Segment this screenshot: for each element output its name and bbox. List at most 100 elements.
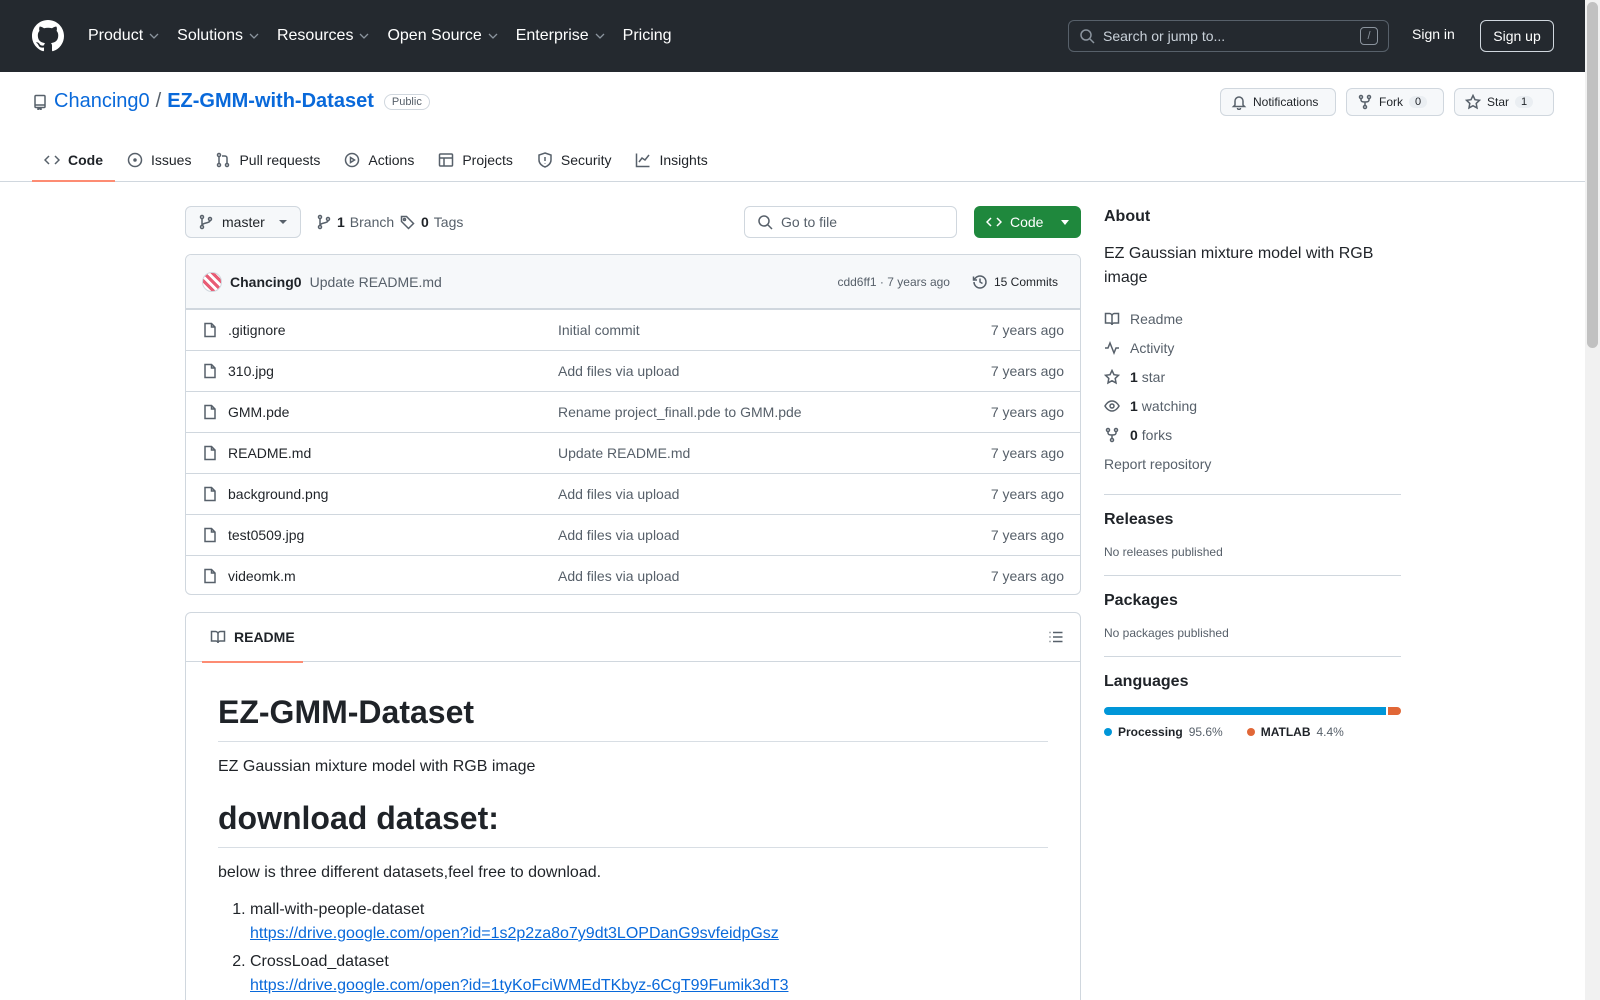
repo-name-link[interactable]: EZ-GMM-with-Dataset	[167, 90, 374, 113]
commit-meta[interactable]: cdd6ff1 · 7 years ago	[837, 275, 950, 289]
file-commit-message[interactable]: Update README.md	[558, 445, 991, 461]
readme-tab[interactable]: README	[202, 613, 303, 663]
watching-link[interactable]: 1 watching	[1104, 391, 1401, 420]
releases-text: No releases published	[1104, 545, 1223, 559]
eye-icon	[1104, 399, 1120, 412]
file-commit-message[interactable]: Add files via upload	[558, 486, 991, 502]
file-name-link[interactable]: videomk.m	[228, 568, 558, 584]
file-commit-message[interactable]: Add files via upload	[558, 527, 991, 543]
file-age: 7 years ago	[990, 363, 1064, 379]
repo-icon	[34, 94, 46, 110]
list-item: CrossLoad_dataset https://drive.google.c…	[250, 950, 1048, 998]
divider	[1104, 494, 1401, 495]
search-input[interactable]: Search or jump to... /	[1068, 20, 1389, 52]
nav-solutions[interactable]: Solutions	[177, 27, 259, 45]
table-icon	[439, 153, 454, 167]
shield-icon	[538, 152, 552, 168]
tab-security[interactable]: Security	[525, 140, 624, 180]
search-icon	[1080, 29, 1095, 44]
file-row[interactable]: test0509.jpg Add files via upload 7 year…	[186, 514, 1080, 555]
tab-actions[interactable]: Actions	[332, 140, 426, 180]
file-row[interactable]: README.md Update README.md 7 years ago	[186, 432, 1080, 473]
file-commit-message[interactable]: Add files via upload	[558, 363, 991, 379]
readme-content: EZ-GMM-Dataset EZ Gaussian mixture model…	[186, 662, 1080, 1000]
file-icon	[204, 445, 216, 461]
packages-heading[interactable]: Packages	[1104, 592, 1401, 610]
tab-code[interactable]: Code	[32, 140, 115, 182]
forks-link[interactable]: 0 forks	[1104, 420, 1401, 449]
scrollbar-thumb[interactable]	[1587, 2, 1598, 348]
sign-in-link[interactable]: Sign in	[1412, 26, 1455, 42]
commits-link[interactable]: 15 Commits	[966, 270, 1064, 294]
file-row[interactable]: GMM.pde Rename project_finall.pde to GMM…	[186, 391, 1080, 432]
star-icon	[1104, 368, 1120, 384]
go-to-file-input[interactable]: Go to file	[744, 206, 957, 238]
file-icon	[204, 322, 216, 338]
dataset-link[interactable]: https://drive.google.com/open?id=1s2p2za…	[250, 925, 779, 942]
file-row[interactable]: .gitignore Initial commit 7 years ago	[186, 309, 1080, 350]
star-button[interactable]: Star 1	[1454, 88, 1554, 116]
tab-projects[interactable]: Projects	[426, 140, 525, 180]
file-commit-message[interactable]: Rename project_finall.pde to GMM.pde	[558, 404, 991, 420]
page-scrollbar[interactable]	[1585, 0, 1600, 1000]
language-bar	[1104, 707, 1401, 715]
nav-enterprise[interactable]: Enterprise	[516, 27, 605, 45]
file-age: 7 years ago	[990, 527, 1064, 543]
file-row[interactable]: background.png Add files via upload 7 ye…	[186, 473, 1080, 514]
readme-heading: EZ-GMM-Dataset	[218, 694, 1048, 742]
file-name-link[interactable]: test0509.jpg	[228, 527, 558, 543]
file-row[interactable]: videomk.m Add files via upload 7 years a…	[186, 555, 1080, 594]
tab-issues[interactable]: Issues	[115, 140, 203, 180]
search-icon	[758, 215, 773, 230]
stars-link[interactable]: 1 star	[1104, 362, 1401, 391]
commit-message-link[interactable]: Update README.md	[310, 274, 442, 290]
file-commit-message[interactable]: Add files via upload	[558, 568, 991, 584]
avatar[interactable]	[202, 271, 222, 292]
language-item[interactable]: MATLAB 4.4%	[1246, 725, 1344, 739]
file-name-link[interactable]: .gitignore	[228, 322, 558, 338]
list-icon[interactable]	[1048, 629, 1064, 645]
book-icon	[210, 630, 226, 644]
file-name-link[interactable]: README.md	[228, 445, 558, 461]
releases-heading[interactable]: Releases	[1104, 511, 1401, 529]
github-logo-icon[interactable]	[32, 20, 64, 52]
languages-heading: Languages	[1104, 673, 1189, 690]
file-commit-message[interactable]: Initial commit	[558, 322, 991, 338]
branches-link[interactable]: 1 Branch	[316, 214, 394, 230]
nav-resources[interactable]: Resources	[277, 27, 369, 45]
nav-pricing[interactable]: Pricing	[623, 27, 672, 45]
commit-author-link[interactable]: Chancing0	[230, 274, 302, 290]
readme-subheading: download dataset:	[218, 800, 1048, 848]
tags-link[interactable]: 0 Tags	[400, 214, 463, 230]
repo-owner-link[interactable]: Chancing0	[54, 90, 150, 113]
readme-link[interactable]: Readme	[1104, 304, 1401, 333]
sidebar: About EZ Gaussian mixture model with RGB…	[1104, 208, 1401, 739]
history-icon	[972, 274, 987, 289]
language-bar-segment	[1388, 707, 1401, 715]
pulse-icon	[1105, 340, 1119, 355]
code-icon	[44, 155, 60, 165]
repo-tabs: Code Issues Pull requests Actions Projec…	[32, 140, 720, 182]
nav-open-source[interactable]: Open Source	[387, 27, 498, 45]
chevron-down-icon	[149, 33, 159, 39]
language-item[interactable]: Processing 95.6%	[1104, 725, 1223, 739]
dataset-link[interactable]: https://drive.google.com/open?id=1tyKoFc…	[250, 977, 788, 994]
file-name-link[interactable]: background.png	[228, 486, 558, 502]
repo-description: EZ Gaussian mixture model with RGB image	[1104, 245, 1374, 286]
nav-product[interactable]: Product	[88, 27, 159, 45]
file-row[interactable]: 310.jpg Add files via upload 7 years ago	[186, 350, 1080, 391]
file-name-link[interactable]: GMM.pde	[228, 404, 558, 420]
tag-icon	[400, 215, 415, 230]
file-name-link[interactable]: 310.jpg	[228, 363, 558, 379]
pull-request-icon	[217, 152, 230, 168]
fork-button[interactable]: Fork 0	[1346, 88, 1444, 116]
code-dropdown-button[interactable]: Code	[974, 206, 1081, 238]
file-age: 7 years ago	[990, 568, 1064, 584]
tab-insights[interactable]: Insights	[623, 140, 719, 180]
report-repository-link[interactable]: Report repository	[1104, 449, 1401, 478]
notifications-button[interactable]: Notifications	[1220, 88, 1336, 116]
branch-selector[interactable]: master	[185, 206, 301, 238]
activity-link[interactable]: Activity	[1104, 333, 1401, 362]
tab-pull-requests[interactable]: Pull requests	[203, 140, 332, 180]
sign-up-button[interactable]: Sign up	[1480, 20, 1554, 52]
